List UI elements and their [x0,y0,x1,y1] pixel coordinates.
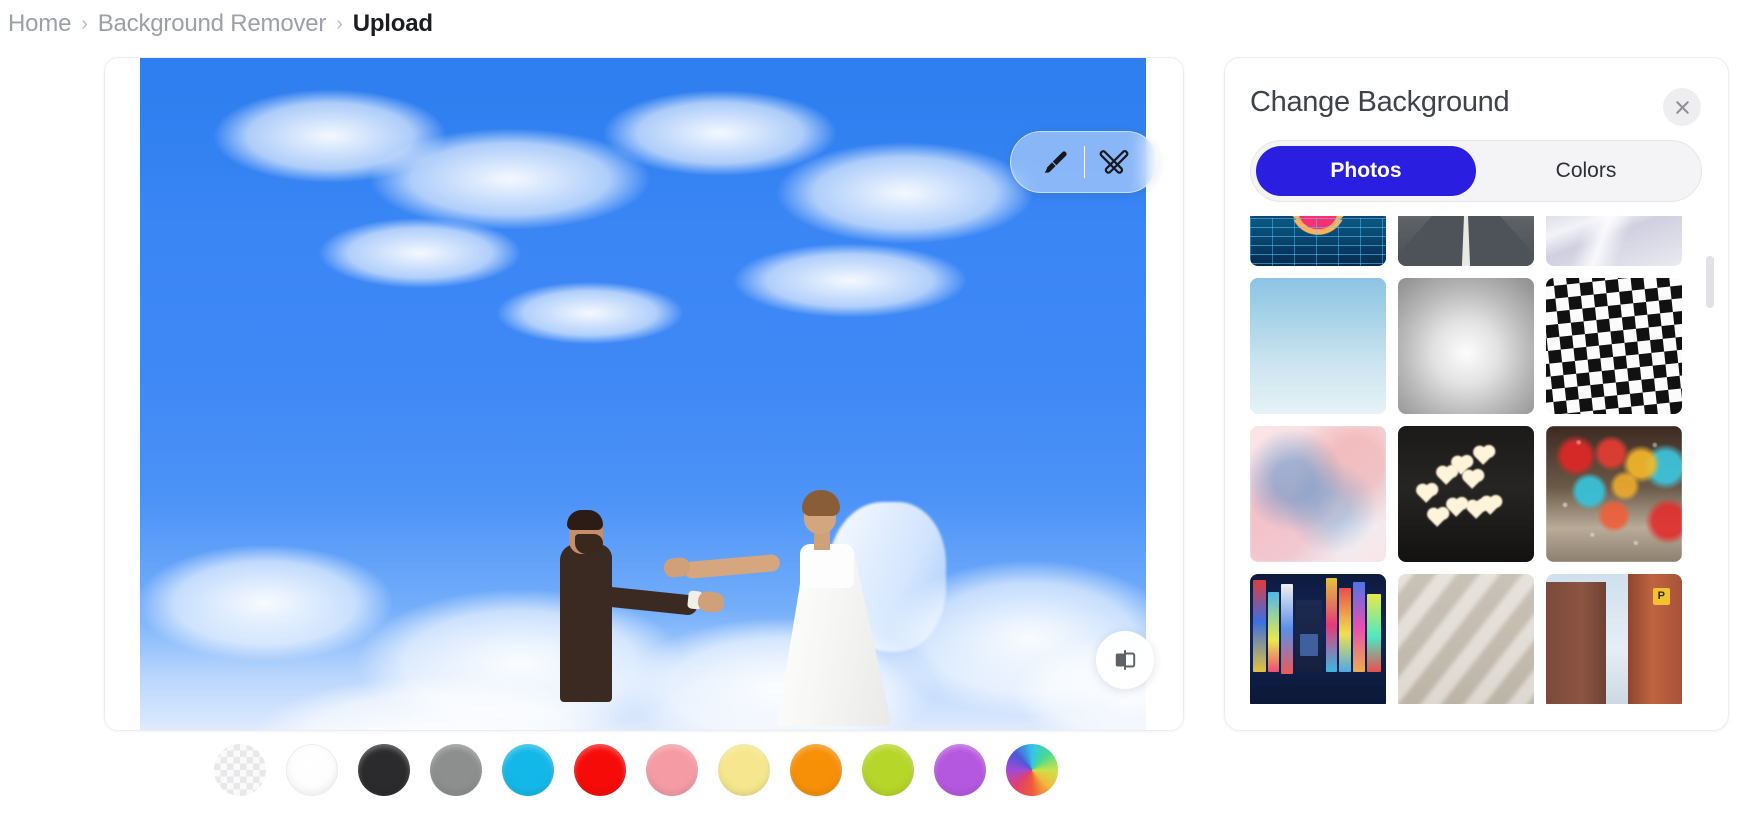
brush-tool-button[interactable] [1026,137,1084,187]
swatch-light-yellow[interactable] [718,744,770,796]
brick-building-left [1546,582,1606,704]
groom-arm [600,586,699,616]
synthwave-art [1250,216,1386,266]
swatch-charcoal[interactable] [358,744,410,796]
thumbnail-white-silk-fabric[interactable] [1546,216,1682,266]
swatch-color-picker[interactable] [1006,744,1058,796]
neon-sign [1300,634,1318,656]
editor-toolbar [1010,131,1158,193]
groom-beard [575,534,603,554]
photo-canvas[interactable] [140,58,1146,730]
change-background-panel: Change Background Photos Colors P [1224,57,1729,731]
thumbnail-grid: P [1250,216,1682,704]
thumbnail-desert-highway-road[interactable] [1398,216,1534,266]
thumbnail-tokyo-neon-street[interactable] [1250,574,1386,704]
groom-hand [696,590,726,614]
swatch-white[interactable] [286,744,338,796]
neon-sign [1367,594,1381,672]
neon-sign [1326,578,1337,672]
magic-wand-pencil-icon [1099,150,1128,174]
bokeh-heart [1474,447,1493,465]
breadcrumb-item-background-remover[interactable]: Background Remover [98,10,327,38]
wall-shadow-art [1398,574,1534,704]
panel-scrollbar-thumb[interactable] [1706,256,1714,308]
thumbnail-heart-shaped-bokeh-night[interactable] [1398,426,1534,562]
neon-sign [1281,584,1293,674]
bride-figure [663,488,960,730]
bokeh-heart [1463,471,1482,489]
background-color-swatches [214,744,1058,796]
mountain-right [1339,216,1386,220]
thumbnail-pink-blue-watercolor-clouds[interactable] [1250,426,1386,562]
bokeh-heart [1428,509,1447,527]
panel-title: Change Background [1250,86,1510,118]
compare-before-after-button[interactable] [1096,631,1154,689]
neon-sign [1268,592,1279,672]
swatch-transparent[interactable] [214,744,266,796]
bokeh-heart [1417,485,1436,503]
compare-split-icon [1115,649,1136,671]
swatch-gray[interactable] [430,744,482,796]
breadcrumb-item-upload: Upload [352,10,433,37]
brush-icon [1044,151,1067,173]
brick-street-art: P [1546,574,1682,704]
fabric-art [1546,216,1682,266]
close-panel-button[interactable] [1663,88,1701,126]
bokeh-heart [1481,497,1500,515]
bride-bodice [800,544,854,588]
editor-card [104,57,1184,731]
bokeh-heart [1447,499,1466,517]
swatch-yellow-green[interactable] [862,744,914,796]
neon-sign [1339,588,1351,672]
rain-bokeh-art [1546,426,1682,562]
breadcrumb: Home › Background Remover › Upload [8,4,433,44]
thumbnail-gray-radial-gradient[interactable] [1398,278,1534,414]
tokyo-street-art [1250,574,1386,704]
swatch-red[interactable] [574,744,626,796]
mountain-left [1250,216,1297,220]
thumbnail-scroll-area[interactable]: P [1250,216,1702,704]
thumbnail-colorful-bokeh-rainy-window[interactable] [1546,426,1682,562]
groom-suit [560,544,612,702]
swatch-purple[interactable] [934,744,986,796]
breadcrumb-item-home[interactable]: Home [8,10,71,38]
thumbnail-warped-checkerboard[interactable] [1546,278,1682,414]
neon-sign [1253,580,1266,672]
checkerboard-art [1546,278,1682,414]
parking-sign: P [1652,587,1670,605]
panel-scrollbar-track[interactable] [1706,228,1714,688]
close-icon [1675,100,1689,114]
neon-sign [1353,582,1365,672]
tab-colors[interactable]: Colors [1476,146,1696,196]
heart-bokeh-art [1398,426,1534,562]
bokeh-heart [1437,467,1456,485]
background-type-tabs: Photos Colors [1250,140,1702,202]
watercolor-art [1250,426,1386,562]
gray-gradient-art [1398,278,1534,414]
thumbnail-clear-blue-sky-gradient[interactable] [1250,278,1386,414]
breadcrumb-separator-2: › [336,12,343,35]
thumbnail-beige-wall-diagonal-shadows[interactable] [1398,574,1534,704]
thumbnail-brick-buildings-parking-sign[interactable]: P [1546,574,1682,704]
thumbnail-synthwave-retro-grid[interactable] [1250,216,1386,266]
bride-hair [802,490,840,516]
road-art [1398,216,1534,266]
swatch-orange[interactable] [790,744,842,796]
swatch-pink[interactable] [646,744,698,796]
groom-figure [560,508,730,718]
magic-erase-tool-button[interactable] [1085,137,1143,187]
groom-hair [567,510,603,530]
breadcrumb-separator-1: › [81,12,88,35]
tab-photos[interactable]: Photos [1256,146,1476,196]
swatch-cyan[interactable] [502,744,554,796]
blue-sky-art [1250,278,1386,414]
